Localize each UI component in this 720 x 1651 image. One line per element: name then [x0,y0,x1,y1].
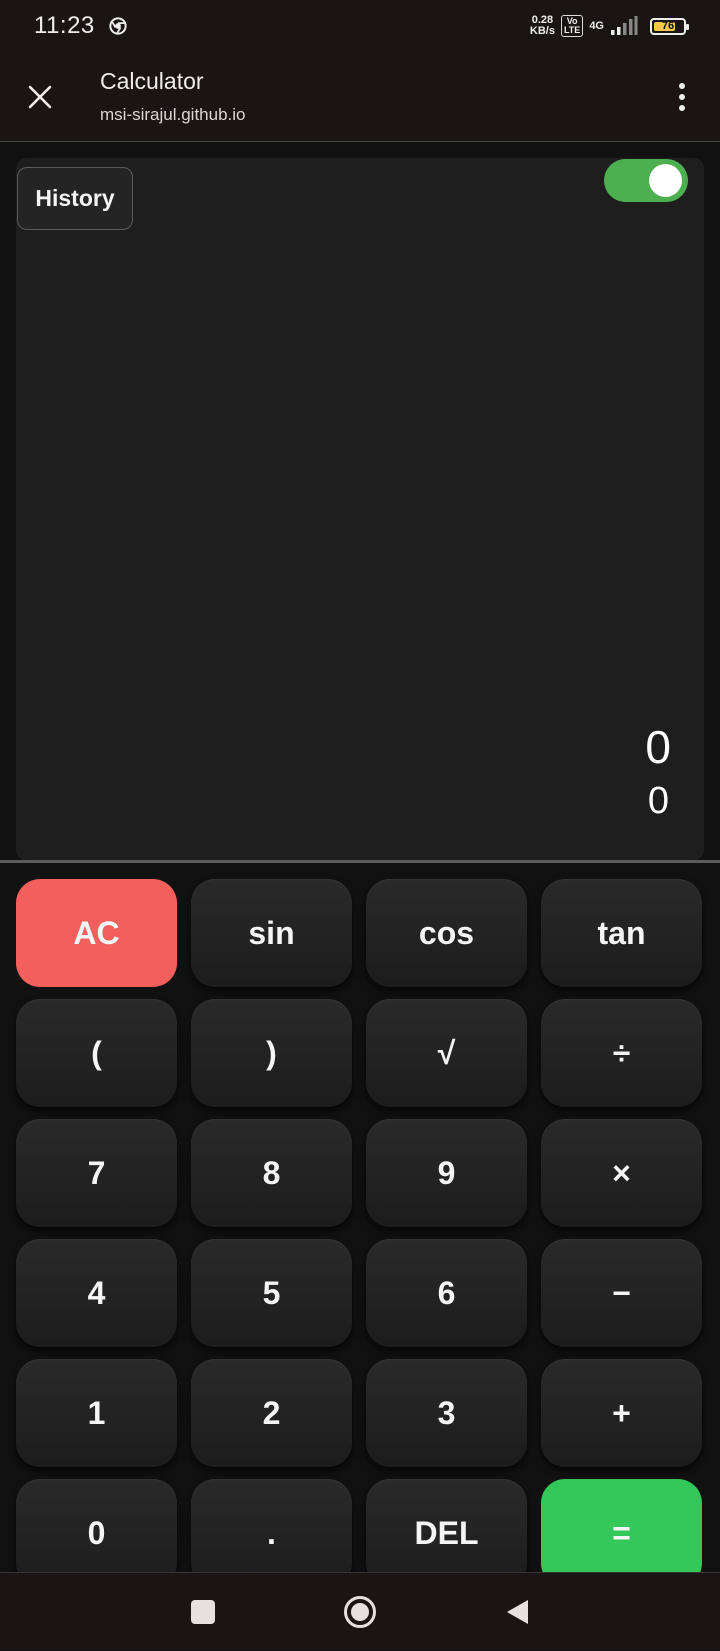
volte-icon: Vo LTE [560,15,584,37]
key-0[interactable]: 0 [16,1479,177,1587]
status-time: 11:23 [34,12,95,39]
network-speed: 0.28 KB/s [530,15,555,37]
key-9[interactable]: 9 [366,1119,527,1227]
key-equals[interactable]: = [541,1479,702,1587]
close-icon [28,85,52,108]
key-6[interactable]: 6 [366,1239,527,1347]
key-plus[interactable]: + [541,1359,702,1467]
key-multiply[interactable]: × [541,1119,702,1227]
page-url: msi-sirajul.github.io [100,105,246,124]
page-title: Calculator [100,68,204,94]
key-8[interactable]: 8 [191,1119,352,1227]
divider [0,860,720,863]
battery-level: 76 [661,20,675,32]
volte-bottom: LTE [563,25,581,35]
more-vertical-icon [679,82,685,111]
calculator-display: History 0 0 [16,158,704,860]
key-divide[interactable]: ÷ [541,999,702,1107]
recents-button[interactable] [125,1573,282,1651]
back-triangle-icon [507,1599,528,1624]
key-sin[interactable]: sin [191,879,352,987]
home-button[interactable] [282,1573,439,1651]
key-decimal[interactable]: . [191,1479,352,1587]
toggle-knob [649,164,682,197]
network-speed-unit: KB/s [529,25,555,37]
key-5[interactable]: 5 [191,1239,352,1347]
key-2[interactable]: 2 [191,1359,352,1467]
battery-icon: 76 [650,17,689,35]
history-button[interactable]: History [17,167,133,230]
menu-button[interactable] [644,52,720,142]
key-close-paren[interactable]: ) [191,999,352,1107]
keypad: AC sin cos tan ( ) √ ÷ 7 8 9 × 4 5 6 − 1… [16,879,704,1587]
square-icon [191,1599,215,1624]
key-minus[interactable]: − [541,1239,702,1347]
back-button[interactable] [439,1573,596,1651]
status-indicators: 0.28 KB/s Vo LTE 4G 76 [530,15,689,37]
key-delete[interactable]: DEL [366,1479,527,1587]
key-3[interactable]: 3 [366,1359,527,1467]
key-1[interactable]: 1 [16,1359,177,1467]
key-7[interactable]: 7 [16,1119,177,1227]
navigation-bar [0,1572,720,1650]
signal-icon [611,16,638,35]
key-sqrt[interactable]: √ [366,999,527,1107]
theme-toggle[interactable] [604,159,688,202]
key-cos[interactable]: cos [366,879,527,987]
header-texts: Calculator msi-sirajul.github.io [100,68,246,125]
key-4[interactable]: 4 [16,1239,177,1347]
close-button[interactable] [0,52,80,142]
expression-display: 0 [645,721,671,773]
key-open-paren[interactable]: ( [16,999,177,1107]
network-type: 4G [589,20,604,32]
key-tan[interactable]: tan [541,879,702,987]
home-circle-icon [344,1595,376,1628]
browser-header: Calculator msi-sirajul.github.io [0,52,720,142]
key-ac[interactable]: AC [16,879,177,987]
chrome-icon [109,17,127,35]
status-bar: 11:23 0.28 KB/s Vo LTE 4G 76 [0,0,720,52]
result-display: 0 [647,780,669,822]
